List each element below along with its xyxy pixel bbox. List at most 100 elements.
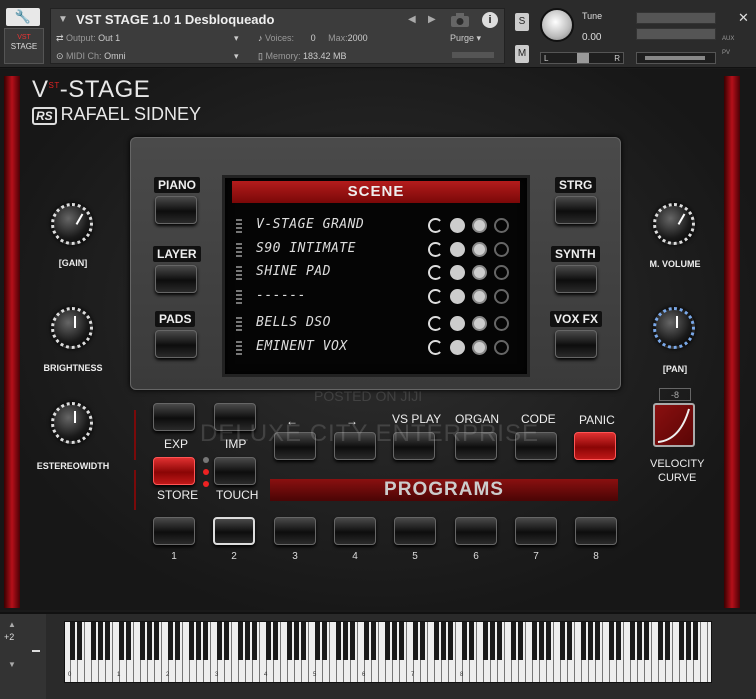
exp-button[interactable]: [153, 403, 195, 431]
pv-label[interactable]: PV: [722, 50, 730, 56]
program-number: 2: [231, 551, 237, 562]
pan-knob[interactable]: [653, 307, 695, 349]
scene-row-name[interactable]: V-STAGE GRAND: [256, 217, 364, 232]
program-button-3[interactable]: [274, 517, 316, 545]
scene-row[interactable]: EMINENT VOX: [236, 339, 520, 357]
wrench-icon[interactable]: 🔧: [6, 8, 40, 26]
info-icon[interactable]: i: [482, 12, 498, 28]
close-icon[interactable]: ✕: [738, 10, 749, 26]
settings-icon[interactable]: [472, 289, 487, 304]
synth-button[interactable]: [555, 265, 597, 293]
power-icon[interactable]: [428, 218, 443, 233]
edit-icon[interactable]: [450, 289, 465, 304]
purge-button[interactable]: Purge ▾: [450, 33, 481, 44]
master-volume-knob[interactable]: [653, 203, 695, 245]
drag-grip-icon[interactable]: [236, 243, 242, 257]
program-button-7[interactable]: [515, 517, 557, 545]
select-icon[interactable]: [494, 242, 509, 257]
program-button-6[interactable]: [455, 517, 497, 545]
panic-button[interactable]: [574, 432, 616, 460]
touch-button[interactable]: [214, 457, 256, 485]
output-value[interactable]: Out 1: [98, 33, 120, 43]
power-icon[interactable]: [428, 289, 443, 304]
drag-grip-icon[interactable]: [236, 341, 242, 355]
program-button-4[interactable]: [334, 517, 376, 545]
output-row[interactable]: ⇄ Output: Out 1: [56, 33, 120, 44]
power-icon[interactable]: [428, 242, 443, 257]
edit-icon[interactable]: [450, 242, 465, 257]
memory-readout: ▯ Memory: 183.42 MB: [258, 51, 347, 61]
drag-grip-icon[interactable]: [236, 219, 242, 233]
settings-icon[interactable]: [472, 265, 487, 280]
piano-button[interactable]: [155, 196, 197, 224]
tune-knob[interactable]: [540, 8, 574, 42]
strg-button[interactable]: [555, 196, 597, 224]
vox-fx-button[interactable]: [555, 330, 597, 358]
settings-icon[interactable]: [472, 316, 487, 331]
gain-label: [GAIN]: [58, 258, 88, 268]
program-button-5[interactable]: [394, 517, 436, 545]
store-button[interactable]: [153, 457, 195, 485]
scene-row-name[interactable]: BELLS DSO: [256, 315, 331, 330]
strg-label: STRG: [555, 177, 597, 193]
select-icon[interactable]: [494, 316, 509, 331]
scene-row-name[interactable]: ------: [256, 288, 306, 303]
pads-button[interactable]: [155, 330, 197, 358]
edit-icon[interactable]: [450, 316, 465, 331]
thumb-stage-text: STAGE: [10, 42, 38, 51]
edit-icon[interactable]: [450, 340, 465, 355]
octave-up-icon[interactable]: ▲: [8, 620, 16, 629]
camera-icon[interactable]: [450, 12, 470, 28]
octave-mark: 1: [117, 672, 121, 678]
pan-slider[interactable]: L R: [540, 52, 624, 64]
program-button-2[interactable]: [213, 517, 255, 545]
select-icon[interactable]: [494, 289, 509, 304]
scene-row[interactable]: SHINE PAD: [236, 264, 520, 282]
power-icon[interactable]: [428, 316, 443, 331]
settings-icon[interactable]: [472, 340, 487, 355]
power-icon[interactable]: [428, 340, 443, 355]
scene-row-name[interactable]: S90 INTIMATE: [256, 241, 356, 256]
brightness-knob[interactable]: [51, 307, 93, 349]
scene-row[interactable]: S90 INTIMATE: [236, 241, 520, 259]
scene-row[interactable]: V-STAGE GRAND: [236, 217, 520, 235]
edit-icon[interactable]: [450, 265, 465, 280]
select-icon[interactable]: [494, 340, 509, 355]
drag-grip-icon[interactable]: [236, 290, 242, 304]
edit-icon[interactable]: [450, 218, 465, 233]
scene-row-name[interactable]: EMINENT VOX: [256, 339, 348, 354]
octave-down-icon[interactable]: ▼: [8, 660, 16, 669]
midi-row[interactable]: ⊙ MIDI Ch: Omni: [56, 51, 126, 62]
minus-icon[interactable]: [32, 650, 40, 652]
scene-row[interactable]: BELLS DSO: [236, 315, 520, 333]
aux-label[interactable]: AUX: [722, 36, 734, 42]
select-icon[interactable]: [494, 218, 509, 233]
pan-slider-handle[interactable]: [577, 53, 589, 63]
gain-knob[interactable]: [51, 203, 93, 245]
settings-icon[interactable]: [472, 242, 487, 257]
scene-row-name[interactable]: SHINE PAD: [256, 264, 331, 279]
settings-icon[interactable]: [472, 218, 487, 233]
collapse-arrow-icon[interactable]: ▼: [58, 14, 68, 25]
output-dropdown-icon[interactable]: ▾: [234, 33, 239, 44]
power-icon[interactable]: [428, 265, 443, 280]
layer-button[interactable]: [155, 265, 197, 293]
drag-grip-icon[interactable]: [236, 317, 242, 331]
volume-slider[interactable]: [636, 52, 716, 64]
next-instrument-icon[interactable]: ▶: [428, 14, 436, 25]
scene-row[interactable]: ------: [236, 288, 520, 306]
midi-value[interactable]: Omni: [104, 51, 126, 61]
select-icon[interactable]: [494, 265, 509, 280]
velocity-value[interactable]: -8: [659, 388, 691, 401]
mute-button[interactable]: M: [515, 45, 529, 63]
solo-button[interactable]: S: [515, 13, 529, 31]
program-button-8[interactable]: [575, 517, 617, 545]
instrument-name[interactable]: VST STAGE 1.0 1 Desbloqueado: [76, 12, 274, 27]
velocity-curve-button[interactable]: [653, 403, 695, 447]
prev-instrument-icon[interactable]: ◀: [408, 14, 416, 25]
drag-grip-icon[interactable]: [236, 266, 242, 280]
program-button-1[interactable]: [153, 517, 195, 545]
stereo-width-knob[interactable]: [51, 402, 93, 444]
pan-left-label: L: [544, 54, 549, 63]
midi-dropdown-icon[interactable]: ▾: [234, 51, 239, 62]
